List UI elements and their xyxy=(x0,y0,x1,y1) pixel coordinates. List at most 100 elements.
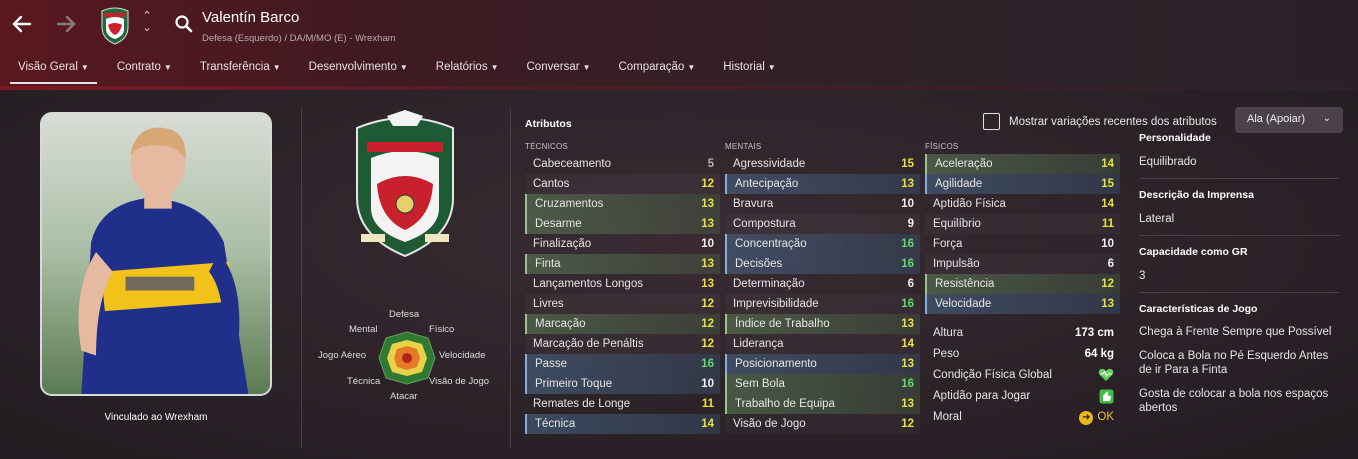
player-trait: Gosta de colocar a bola nos espaços aber… xyxy=(1139,388,1329,414)
attribute-row[interactable]: Aceleração 14 xyxy=(925,154,1120,174)
attribute-value: 16 xyxy=(901,258,914,270)
attribute-row[interactable]: Passe 16 xyxy=(525,354,720,374)
attribute-row[interactable]: Finta 13 xyxy=(525,254,720,274)
attribute-value: 12 xyxy=(1101,278,1114,290)
attribute-name: Finta xyxy=(535,258,561,270)
radar-label-mental: Mental xyxy=(349,324,378,335)
attribute-row[interactable]: Posicionamento 13 xyxy=(725,354,920,374)
tab-visao-geral[interactable]: Visão Geral ▼ xyxy=(10,58,97,84)
back-arrow-icon[interactable] xyxy=(8,10,36,38)
media-description-heading: Descrição da Imprensa xyxy=(1139,189,1254,201)
role-select-value: Ala (Apoiar) xyxy=(1247,113,1306,125)
attribute-value: 5 xyxy=(707,158,714,170)
attribute-row[interactable]: Aptidão Física 14 xyxy=(925,194,1120,214)
club-crest-icon[interactable] xyxy=(98,5,132,45)
forward-arrow-icon[interactable] xyxy=(52,10,80,38)
attribute-row[interactable]: Desarme 13 xyxy=(525,214,720,234)
attribute-row[interactable]: Técnica 14 xyxy=(525,414,720,434)
attribute-row[interactable]: Agilidade 15 xyxy=(925,174,1120,194)
attribute-row[interactable]: Concentração 16 xyxy=(725,234,920,254)
height-label: Altura xyxy=(933,327,964,339)
header-bar: ⌃ ⌄ Valentín Barco Defesa (Esquerdo) / DA… xyxy=(0,0,1358,90)
attribute-row[interactable]: Impulsão 6 xyxy=(925,254,1120,274)
tab-conversar[interactable]: Conversar ▼ xyxy=(519,58,599,84)
height-value: 173 cm xyxy=(1074,327,1114,339)
attribute-row[interactable]: Agressividade 15 xyxy=(725,154,920,174)
media-description-value: Lateral xyxy=(1139,213,1175,225)
attribute-value: 13 xyxy=(901,398,914,410)
weight-value: 64 kg xyxy=(1084,348,1114,360)
attribute-value: 16 xyxy=(901,378,914,390)
tab-historial[interactable]: Historial ▼ xyxy=(715,58,783,84)
attribute-row[interactable]: Cabeceamento 5 xyxy=(525,154,720,174)
attribute-row[interactable]: Antecipação 13 xyxy=(725,174,920,194)
attribute-row[interactable]: Decisões 16 xyxy=(725,254,920,274)
attribute-name: Velocidade xyxy=(935,298,992,310)
attribute-value: 14 xyxy=(1101,158,1114,170)
attribute-row[interactable]: Resistência 12 xyxy=(925,274,1120,294)
attribute-row[interactable]: Compostura 9 xyxy=(725,214,920,234)
attribute-row[interactable]: Liderança 14 xyxy=(725,334,920,354)
attribute-row[interactable]: Sem Bola 16 xyxy=(725,374,920,394)
weight-row: Peso 64 kg xyxy=(925,345,1120,366)
role-select[interactable]: Ala (Apoiar) ⌄ xyxy=(1235,107,1343,133)
attribute-name: Agressividade xyxy=(733,158,806,170)
column-divider xyxy=(510,108,511,448)
attribute-name: Equilíbrio xyxy=(933,218,981,230)
morale-value: ➜ OK xyxy=(1079,411,1114,425)
attribute-name: Cabeceamento xyxy=(533,158,611,170)
personality-value: Equilibrado xyxy=(1139,156,1197,168)
attribute-row[interactable]: Lançamentos Longos 13 xyxy=(525,274,720,294)
attribute-name: Passe xyxy=(535,358,567,370)
attribute-value: 13 xyxy=(701,278,714,290)
attribute-row[interactable]: Trabalho de Equipa 13 xyxy=(725,394,920,414)
attribute-row[interactable]: Remates de Longe 11 xyxy=(525,394,720,414)
attribute-name: Marcação xyxy=(535,318,586,330)
attribute-row[interactable]: Cruzamentos 13 xyxy=(525,194,720,214)
attribute-name: Remates de Longe xyxy=(533,398,631,410)
attribute-value: 10 xyxy=(1101,238,1114,250)
attribute-name: Compostura xyxy=(733,218,796,230)
attribute-row[interactable]: Força 10 xyxy=(925,234,1120,254)
attribute-row[interactable]: Marcação de Penáltis 12 xyxy=(525,334,720,354)
tab-contrato[interactable]: Contrato ▼ xyxy=(109,58,180,84)
heart-icon xyxy=(1098,368,1114,385)
attribute-row[interactable]: Visão de Jogo 12 xyxy=(725,414,920,434)
attribute-row[interactable]: Cantos 12 xyxy=(525,174,720,194)
club-crest-large-icon[interactable] xyxy=(347,108,463,260)
chevron-up-down-icon[interactable]: ⌃ ⌄ xyxy=(140,10,154,38)
show-changes-label[interactable]: Mostrar variações recentes dos atributos xyxy=(1009,116,1217,128)
tab-relatorios[interactable]: Relatórios ▼ xyxy=(428,58,507,84)
show-changes-checkbox[interactable] xyxy=(983,113,1000,130)
chevron-down-icon: ⌄ xyxy=(1322,113,1331,124)
tab-transferencia[interactable]: Transferência ▼ xyxy=(192,58,289,84)
attribute-name: Índice de Trabalho xyxy=(735,318,830,330)
chevron-down-icon: ▼ xyxy=(582,63,591,72)
thumbs-up-icon xyxy=(1099,389,1114,407)
tab-comparacao[interactable]: Comparação ▼ xyxy=(610,58,703,84)
search-icon[interactable] xyxy=(174,14,194,34)
attribute-row[interactable]: Primeiro Toque 10 xyxy=(525,374,720,394)
attribute-row[interactable]: Bravura 10 xyxy=(725,194,920,214)
mental-attributes-list: Agressividade 15 Antecipação 13 Bravura 10 Com… xyxy=(725,154,920,434)
attribute-name: Posicionamento xyxy=(735,358,817,370)
radar-label-tecnica: Técnica xyxy=(347,376,381,387)
player-position-subtitle: Defesa (Esquerdo) / DA/M/MO (E) - Wrexha… xyxy=(202,33,396,44)
attribute-row[interactable]: Índice de Trabalho 13 xyxy=(725,314,920,334)
attribute-row[interactable]: Equilíbrio 11 xyxy=(925,214,1120,234)
attribute-value: 16 xyxy=(701,358,714,370)
attribute-row[interactable]: Imprevisibilidade 16 xyxy=(725,294,920,314)
attribute-row[interactable]: Velocidade 13 xyxy=(925,294,1120,314)
column-header-tecnicos: TÉCNICOS xyxy=(525,142,568,151)
player-traits-heading: Características de Jogo xyxy=(1139,303,1258,315)
attribute-row[interactable]: Determinação 6 xyxy=(725,274,920,294)
physical-attributes-list: Aceleração 14 Agilidade 15 Aptidão Física 14 E… xyxy=(925,154,1120,314)
attribute-row[interactable]: Marcação 12 xyxy=(525,314,720,334)
morale-label: Moral xyxy=(933,411,962,423)
tab-desenvolvimento[interactable]: Desenvolvimento ▼ xyxy=(301,58,416,84)
attribute-value: 6 xyxy=(1107,258,1114,270)
attribute-row[interactable]: Livres 12 xyxy=(525,294,720,314)
attribute-row[interactable]: Finalização 10 xyxy=(525,234,720,254)
morale-row: Moral ➜ OK xyxy=(925,408,1120,429)
attribute-name: Aceleração xyxy=(935,158,993,170)
